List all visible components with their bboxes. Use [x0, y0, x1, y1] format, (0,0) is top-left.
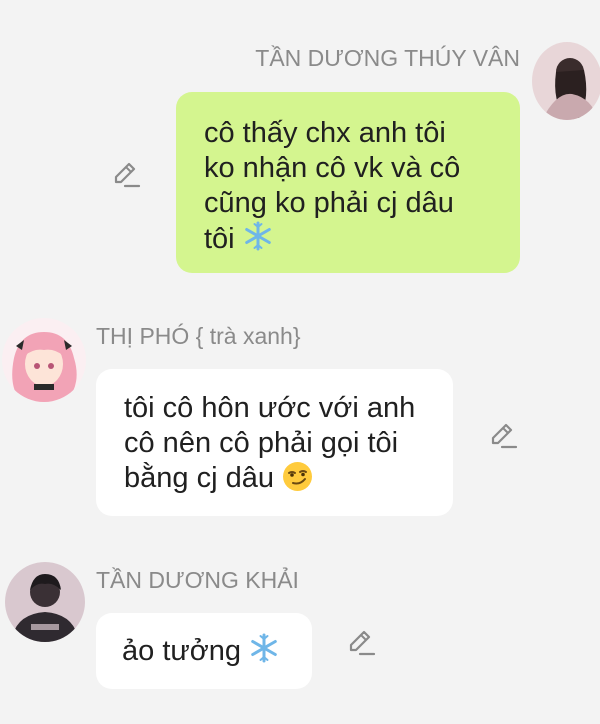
avatar-image — [5, 562, 85, 642]
message-line: ko nhận cô vk và cô — [204, 152, 461, 184]
message-line: tôi cô hôn ước với anh — [124, 392, 416, 424]
message-bubble-2[interactable]: tôi cô hôn ước với anh cô nên cô phải gọ… — [96, 369, 453, 516]
snowflake-emoji — [243, 221, 273, 260]
message-line: cô thấy chx anh tôi — [204, 117, 446, 149]
message-bubble-1[interactable]: cô thấy chx anh tôi ko nhận cô vk và cô … — [176, 92, 520, 273]
message-line: cô nên cô phải gọi tôi — [124, 427, 399, 459]
message-line: ảo tưởng — [122, 633, 312, 672]
avatar-duong-khai[interactable] — [5, 562, 85, 642]
smirk-emoji — [282, 461, 313, 501]
sender-name-1: TẦN DƯƠNG THÚY VÂN — [255, 45, 520, 71]
edit-pencil-icon[interactable] — [346, 627, 376, 657]
edit-pencil-icon[interactable] — [488, 420, 518, 450]
avatar-thi-pho[interactable] — [2, 318, 86, 402]
message-line-last: bằng cj dâu — [124, 461, 453, 501]
avatar-thuy-van[interactable] — [532, 42, 600, 120]
avatar-image — [532, 42, 600, 120]
message-bubble-3[interactable]: ảo tưởng — [96, 613, 312, 689]
sender-name-2: THỊ PHÓ { trà xanh} — [96, 323, 301, 349]
edit-pencil-icon[interactable] — [111, 159, 141, 189]
sender-name-3: TẦN DƯƠNG KHẢI — [96, 567, 299, 593]
avatar-image — [2, 318, 86, 402]
snowflake-emoji — [249, 633, 279, 672]
message-line-last: tôi — [204, 221, 520, 260]
message-line: cũng ko phải cj dâu — [204, 187, 454, 219]
